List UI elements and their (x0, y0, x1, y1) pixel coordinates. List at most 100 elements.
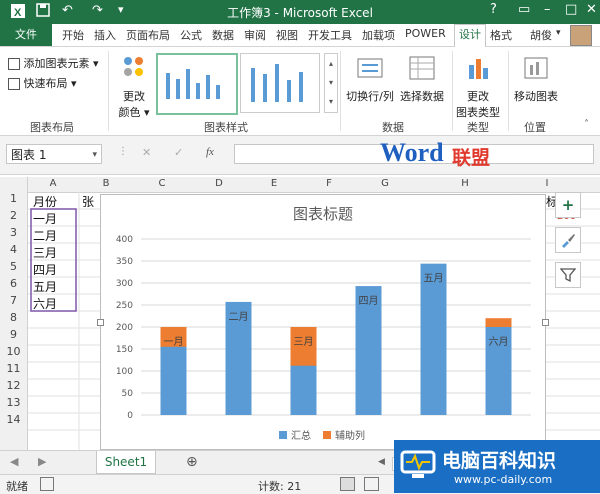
confirm-entry-icon[interactable]: ✓ (174, 146, 183, 159)
help-button[interactable]: ? (490, 2, 497, 17)
chart-resize-handle-mid-right[interactable] (542, 319, 549, 326)
column-header-a[interactable]: A (27, 178, 79, 189)
column-header-c[interactable]: C (133, 178, 191, 189)
cell-a7[interactable]: 六月 (33, 295, 57, 312)
tab-view[interactable]: 视图 (276, 27, 298, 43)
cell-a3[interactable]: 二月 (33, 227, 57, 244)
tab-design[interactable]: 设计 (454, 24, 486, 47)
chart-title: 图表标题 (293, 205, 353, 223)
group-label-chart-layouts: 图表布局 (30, 121, 74, 134)
chart-style-thumbnail-icon (166, 69, 220, 99)
tab-formulas[interactable]: 公式 (180, 27, 202, 43)
chart-styles-button[interactable] (555, 227, 581, 253)
name-box[interactable]: 图表 1 ▾ (6, 144, 102, 164)
name-box-dropdown-icon[interactable]: ▾ (92, 145, 97, 165)
user-name[interactable]: 胡俊 (530, 27, 552, 43)
insert-function-icon[interactable]: fx (206, 146, 214, 158)
quick-layout-button[interactable]: 快速布局 ▾ (8, 75, 77, 91)
move-chart-button[interactable]: 移动图表 (510, 53, 562, 104)
macro-record-icon[interactable] (40, 477, 54, 491)
column-header-g[interactable]: G (357, 178, 413, 189)
tab-data[interactable]: 数据 (212, 27, 234, 43)
tab-home[interactable]: 开始 (62, 27, 84, 43)
add-chart-element-button[interactable]: 添加图表元素 ▾ (8, 55, 99, 71)
scroll-sheets-right-icon[interactable]: ▶ (38, 455, 46, 468)
close-button[interactable]: ✕ (586, 2, 597, 17)
row-header[interactable]: 9 (0, 328, 27, 341)
select-all-corner[interactable] (0, 177, 28, 192)
row-header[interactable]: 11 (0, 362, 27, 375)
select-data-button[interactable]: 选择数据 (398, 53, 446, 104)
column-header-d[interactable]: D (191, 178, 247, 189)
row-header[interactable]: 6 (0, 277, 27, 290)
row-header[interactable]: 2 (0, 209, 27, 222)
category-label: 五月 (424, 273, 444, 285)
ribbon-tabs: 文件 开始 插入 页面布局 公式 数据 审阅 视图 开发工具 加载项 POWER… (0, 24, 600, 47)
y-tick-label: 300 (116, 279, 133, 289)
chart-style-2[interactable] (240, 53, 320, 113)
y-tick-label: 150 (116, 345, 133, 355)
collapse-ribbon-icon[interactable]: ˄ (584, 119, 589, 130)
switch-row-column-button[interactable]: 切换行/列 (344, 53, 396, 104)
horizontal-scroll-left-icon[interactable]: ◀ (378, 457, 385, 467)
cell-b1[interactable]: 张 (82, 193, 94, 210)
y-tick-label: 250 (116, 301, 133, 311)
avatar[interactable] (570, 25, 592, 46)
column-header-e[interactable]: E (247, 178, 301, 189)
row-header[interactable]: 7 (0, 294, 27, 307)
tab-addins[interactable]: 加载项 (362, 27, 395, 43)
chart-area[interactable]: 图表标题 400 350 300 250 200 150 100 50 0 一月 二月 三月 四月 五月 六月… (100, 194, 546, 450)
minimize-button[interactable]: – (544, 2, 551, 17)
row-header[interactable]: 3 (0, 226, 27, 239)
row-header[interactable]: 13 (0, 396, 27, 409)
column-header-f[interactable]: F (301, 178, 357, 189)
row-header[interactable]: 1 (0, 192, 27, 205)
legend-label-fuzhulie: 辅助列 (335, 429, 365, 442)
tab-file[interactable]: 文件 (0, 24, 52, 46)
tab-page-layout[interactable]: 页面布局 (126, 27, 170, 43)
legend-swatch-fuzhulie (323, 431, 331, 439)
chart-canvas: 图表标题 400 350 300 250 200 150 100 50 0 一月 二月三月 四月 五月六月… (116, 205, 531, 442)
tab-insert[interactable]: 插入 (94, 27, 116, 43)
cell-a2[interactable]: 一月 (33, 210, 57, 227)
row-header[interactable]: 12 (0, 379, 27, 392)
cell-a1[interactable]: 月份 (33, 193, 57, 210)
row-header[interactable]: 14 (0, 413, 27, 426)
row-header[interactable]: 8 (0, 311, 27, 324)
move-chart-icon (524, 57, 548, 79)
tab-power[interactable]: POWER (405, 27, 446, 40)
change-colors-button[interactable]: 更改 颜色 ▾ (116, 53, 152, 120)
chart-filters-button[interactable] (555, 262, 581, 288)
change-chart-type-button[interactable]: 更改 图表类型 (454, 53, 502, 120)
maximize-button[interactable]: □ (565, 2, 577, 17)
column-header-i[interactable]: I (517, 178, 577, 189)
cell-a5[interactable]: 四月 (33, 261, 57, 278)
cell-a4[interactable]: 三月 (33, 244, 57, 261)
column-header-b[interactable]: B (79, 178, 133, 189)
new-sheet-button[interactable]: ⊕ (186, 454, 198, 470)
chart-elements-button[interactable]: + (555, 192, 581, 218)
sheet-tab-sheet1[interactable]: Sheet1 (96, 451, 156, 474)
page-layout-view-icon[interactable] (364, 477, 379, 491)
row-headers: 1 2 3 4 5 6 7 8 9 10 11 12 13 14 (0, 192, 28, 450)
tab-format[interactable]: 格式 (490, 27, 512, 43)
bar-huizong (420, 263, 447, 415)
chart-style-thumbnail-icon (251, 64, 303, 102)
normal-view-icon[interactable] (340, 477, 355, 491)
user-menu-icon[interactable]: ▾ (556, 28, 561, 38)
tab-developer[interactable]: 开发工具 (308, 27, 352, 43)
chart-style-1[interactable] (156, 53, 238, 115)
scroll-sheets-left-icon[interactable]: ◀ (10, 455, 18, 468)
category-label: 四月 (359, 295, 379, 307)
row-header[interactable]: 10 (0, 345, 27, 358)
cell-a6[interactable]: 五月 (33, 278, 57, 295)
row-header[interactable]: 4 (0, 243, 27, 256)
tab-review[interactable]: 审阅 (244, 27, 266, 43)
ribbon-options-icon[interactable]: ▭ (518, 2, 530, 17)
cancel-entry-icon[interactable]: ✕ (142, 146, 151, 159)
gallery-scroll[interactable]: ▴ ▾ ▾ (324, 53, 338, 113)
group-label-type: 类型 (467, 121, 489, 134)
column-header-h[interactable]: H (413, 178, 517, 189)
chart-resize-handle-mid-left[interactable] (97, 319, 104, 326)
row-header[interactable]: 5 (0, 260, 27, 273)
